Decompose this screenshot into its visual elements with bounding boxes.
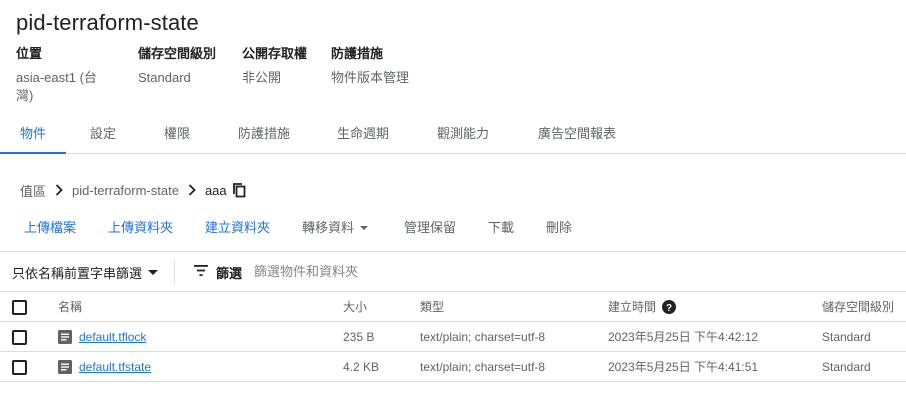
column-header-created[interactable]: 建立時間?	[608, 292, 677, 322]
manage-holds-button[interactable]: 管理保留	[404, 217, 456, 236]
dropdown-caret-icon	[148, 270, 159, 275]
column-header-created-label: 建立時間	[608, 300, 657, 314]
transfer-data-label: 轉移資料	[302, 219, 355, 235]
tab-bar: 物件 設定 權限 防護措施 生命週期 觀測能力 廣告空間報表	[0, 114, 906, 154]
breadcrumb: 值區 pid-terraform-state aaa	[20, 180, 246, 200]
select-all-checkbox[interactable]	[12, 300, 27, 315]
meta-value: asia-east1 (台灣)	[16, 70, 97, 103]
chevron-right-icon	[55, 184, 63, 196]
objects-table: 名稱 大小 類型 建立時間? 儲存空間級別 default.tflock 235…	[0, 292, 906, 382]
object-size-cell: 235 B	[343, 330, 375, 344]
tab-lifecycle[interactable]: 生命週期	[328, 114, 398, 154]
prefix-filter-label: 只依名稱前置字串篩選	[12, 266, 143, 281]
tab-objects[interactable]: 物件	[0, 114, 66, 154]
column-header-size[interactable]: 大小	[343, 292, 367, 322]
filter-label: 篩選	[216, 266, 243, 281]
object-type-cell: text/plain; charset=utf-8	[420, 360, 546, 374]
row-checkbox[interactable]	[12, 360, 27, 375]
object-type-cell: text/plain; charset=utf-8	[420, 330, 546, 344]
tab-permissions[interactable]: 權限	[152, 114, 202, 154]
table-row: default.tfstate 4.2 KB text/plain; chars…	[0, 352, 906, 382]
divider	[174, 260, 175, 284]
meta-label: 儲存空間級別	[138, 46, 217, 61]
meta-value: 物件版本管理	[331, 70, 410, 85]
object-link[interactable]: default.tfstate	[79, 360, 151, 374]
object-link[interactable]: default.tflock	[79, 330, 146, 344]
object-size-cell: 4.2 KB	[343, 360, 380, 374]
column-header-storage-class[interactable]: 儲存空間級別	[822, 292, 894, 322]
object-storage-class-cell: Standard	[822, 360, 871, 374]
bucket-details: 位置 asia-east1 (台灣) 儲存空間級別 Standard 公開存取權…	[16, 45, 455, 105]
tab-inventory-reports[interactable]: 廣告空間報表	[528, 114, 626, 154]
filter-input[interactable]	[254, 260, 554, 282]
chevron-right-icon	[188, 184, 196, 196]
prefix-filter-select[interactable]: 只依名稱前置字串篩選	[12, 263, 159, 282]
breadcrumb-bucket[interactable]: pid-terraform-state	[72, 183, 179, 198]
table-header-row: 名稱 大小 類型 建立時間? 儲存空間級別	[0, 292, 906, 322]
svg-text:?: ?	[666, 303, 672, 314]
object-created-cell: 2023年5月25日 下午4:42:12	[608, 330, 759, 344]
dropdown-caret-icon	[360, 226, 369, 231]
meta-label: 公開存取權	[242, 46, 308, 61]
meta-storage-class: 儲存空間級別 Standard	[138, 45, 218, 105]
filter-bar: 只依名稱前置字串篩選 篩選	[0, 252, 906, 290]
meta-location: 位置 asia-east1 (台灣)	[16, 45, 114, 105]
object-storage-class-cell: Standard	[822, 330, 871, 344]
tab-configuration[interactable]: 設定	[78, 114, 128, 154]
column-header-name[interactable]: 名稱	[58, 292, 82, 322]
upload-folder-button[interactable]: 上傳資料夾	[108, 217, 173, 236]
page-title: pid-terraform-state	[16, 10, 199, 35]
column-header-type[interactable]: 類型	[420, 292, 444, 322]
object-name-cell: default.tflock	[79, 322, 146, 352]
upload-files-button[interactable]: 上傳檔案	[24, 217, 76, 236]
download-button[interactable]: 下載	[488, 217, 514, 236]
file-icon	[58, 330, 72, 344]
tab-protection[interactable]: 防護措施	[230, 114, 298, 154]
object-name-cell: default.tfstate	[79, 352, 151, 382]
copy-icon[interactable]	[232, 182, 246, 198]
object-created-cell: 2023年5月25日 下午4:41:51	[608, 360, 759, 374]
create-folder-button[interactable]: 建立資料夾	[205, 217, 270, 236]
meta-label: 防護措施	[331, 46, 384, 61]
meta-protection: 防護措施 物件版本管理	[331, 45, 431, 105]
row-checkbox[interactable]	[12, 330, 27, 345]
breadcrumb-buckets[interactable]: 值區	[20, 181, 46, 200]
meta-public-access: 公開存取權 非公開	[242, 45, 307, 105]
breadcrumb-current-folder: aaa	[204, 182, 227, 198]
filter-list-icon[interactable]	[194, 265, 208, 276]
transfer-data-button[interactable]: 轉移資料	[302, 217, 369, 236]
delete-button[interactable]: 刪除	[546, 217, 572, 236]
meta-label: 位置	[16, 46, 43, 61]
tab-observability[interactable]: 觀測能力	[428, 114, 498, 154]
table-row: default.tflock 235 B text/plain; charset…	[0, 322, 906, 352]
file-icon	[58, 360, 72, 374]
meta-value: 非公開	[242, 70, 282, 85]
help-icon[interactable]: ?	[662, 299, 677, 314]
meta-value: Standard	[138, 70, 191, 85]
